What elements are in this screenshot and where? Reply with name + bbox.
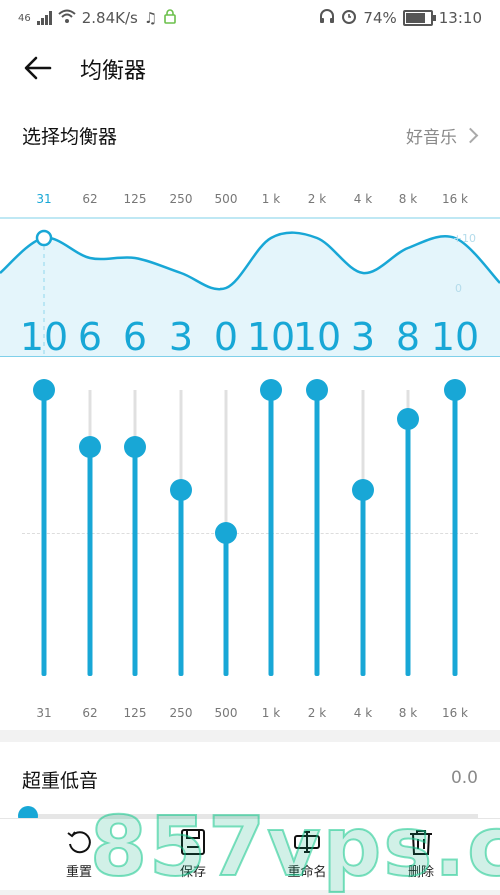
band-slider-knob[interactable] [444,379,466,401]
band-slider-fill [41,390,47,676]
band-freq-top: 500 [214,192,238,206]
band-freq-bottom: 62 [82,706,98,720]
band-freq-top: 1 k [261,192,281,206]
music-note-icon: ♫ [143,9,158,27]
reset-button[interactable]: 重置 [34,827,124,880]
trash-icon [410,830,432,855]
band-freq-bottom: 8 k [398,706,418,720]
band-gain-value: 10 [430,315,480,359]
bottom-toolbar: 重置 保存 重命名 删除 [0,818,500,890]
band-freq-top: 250 [169,192,193,206]
band-freq-bottom: 2 k [307,706,327,720]
band-slider-knob[interactable] [352,479,374,502]
app-header: 均衡器 [0,36,500,100]
band-gain-value: 10 [19,315,69,359]
band-freq-top: 8 k [398,192,418,206]
rename-label: 重命名 [287,865,327,880]
band-freq-bottom: 1 k [261,706,281,720]
band-freq-bottom: 16 k [441,706,469,720]
band-slider-knob[interactable] [260,379,282,401]
band-gain-value: 3 [168,315,194,359]
band-slider-knob[interactable] [124,436,146,459]
delete-button[interactable]: 删除 [376,827,466,880]
rename-icon [294,831,320,853]
band-slider-fill [452,390,458,676]
save-button[interactable]: 保存 [148,827,238,880]
band-slider-fill [87,447,93,676]
band-slider-knob[interactable] [33,379,55,401]
wifi-icon [58,9,76,27]
clock: 13:10 [438,9,482,27]
battery-icon [402,10,436,26]
curve-zero-label: 0 [455,282,462,295]
band-gain-value: 10 [246,315,296,359]
band-slider-knob[interactable] [170,479,192,502]
band-gain-value: 8 [395,315,421,359]
preset-value: 好音乐 [406,128,457,148]
delete-label: 删除 [407,865,434,880]
band-slider-fill [132,447,138,676]
band-freq-bottom: 125 [123,706,147,720]
curve-max-label: +10 [453,232,476,245]
band-gain-value: 6 [77,315,103,359]
band-slider-knob[interactable] [215,522,237,544]
battery-percent: 74% [363,9,397,27]
lock-icon [163,8,177,28]
band-slider-fill [360,490,366,676]
bass-boost-value: 0.0 [450,768,478,788]
network-speed: 2.84K/s [81,9,138,27]
reset-icon [67,831,91,854]
band-slider-fill [314,390,320,676]
chevron-right-icon [462,127,479,144]
bass-boost-label: 超重低音 [22,770,99,792]
back-button[interactable] [20,50,56,86]
alarm-icon [341,8,357,28]
preset-selector[interactable]: 选择均衡器 好音乐 [0,100,500,168]
band-slider-fill [268,390,274,676]
status-bar: 46 2.84K/s ♫ 74% 13:10 [0,0,500,36]
band-freq-bottom: 4 k [353,706,373,720]
band-gain-value: 6 [122,315,148,359]
status-right: 74% 13:10 [319,8,482,28]
band-slider-knob[interactable] [306,379,328,401]
band-gain-value: 10 [292,315,342,359]
preset-value-button[interactable]: 好音乐 [406,123,479,148]
band-slider-knob[interactable] [397,407,419,430]
band-gain-value: 0 [213,315,239,359]
band-slider-fill [405,418,411,676]
signal-icon [36,11,52,25]
band-slider-fill [223,533,229,676]
band-freq-bottom: 31 [36,706,52,720]
band-freq-top: 16 k [441,192,469,206]
band-slider-fill [178,490,184,676]
reset-label: 重置 [65,865,92,880]
band-freq-top: 31 [36,192,52,206]
band-freq-top: 4 k [353,192,373,206]
headphone-icon [319,8,335,28]
status-left: 46 2.84K/s ♫ [18,8,177,28]
band-slider-knob[interactable] [79,436,101,459]
save-icon [181,829,205,855]
band-freq-top: 62 [82,192,98,206]
preset-label: 选择均衡器 [22,126,118,148]
page-title: 均衡器 [80,59,147,84]
rename-button[interactable]: 重命名 [262,827,352,880]
band-freq-bottom: 500 [214,706,238,720]
network-type: 46 [18,12,31,24]
selected-band-dot [35,229,53,247]
band-gain-value: 3 [350,315,376,359]
save-label: 保存 [179,865,206,880]
equalizer-panel: +10 0 31 10 31 62 6 62 125 6 125 250 3 250 500 0 500 1 … [0,168,500,730]
arrow-left-icon [24,56,52,80]
band-freq-top: 125 [123,192,147,206]
band-freq-top: 2 k [307,192,327,206]
band-freq-bottom: 250 [169,706,193,720]
